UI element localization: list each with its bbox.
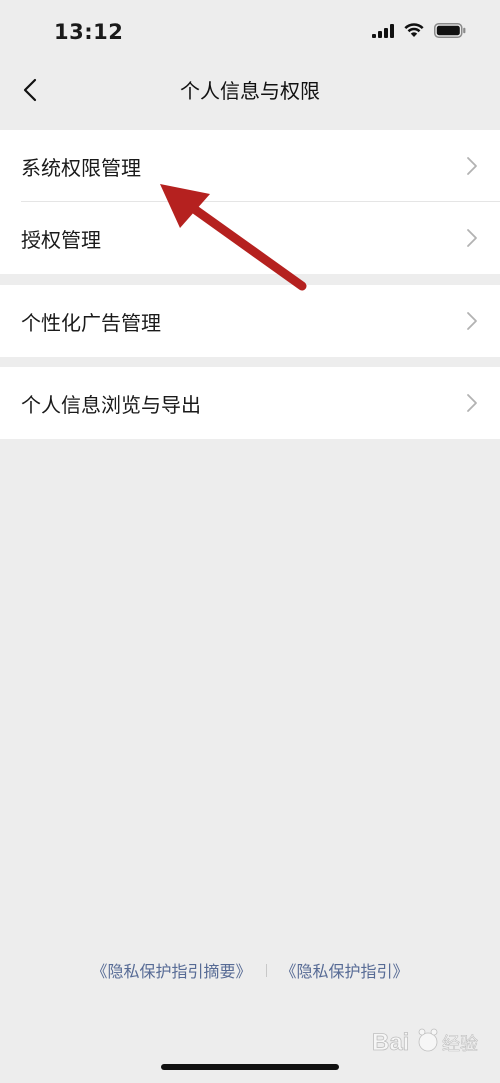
list-item-label: 个性化广告管理	[21, 310, 161, 335]
personal-info-browse-export-item[interactable]: 个人信息浏览与导出	[0, 367, 500, 439]
page-title: 个人信息与权限	[180, 79, 320, 103]
list-item-label: 系统权限管理	[21, 155, 141, 180]
chevron-right-icon	[467, 394, 477, 412]
wifi-icon	[404, 23, 424, 37]
chevron-right-icon	[467, 312, 477, 330]
privacy-guide-link[interactable]: 《隐私保护指引》	[281, 958, 409, 982]
nav-bar: 个人信息与权限	[0, 64, 500, 116]
list-item-label: 授权管理	[21, 227, 101, 252]
home-indicator[interactable]	[161, 1064, 339, 1070]
chevron-right-icon	[467, 157, 477, 175]
svg-text:Bai: Bai	[372, 1029, 409, 1056]
footer-separator	[265, 963, 267, 977]
svg-text:经验: 经验	[442, 1034, 478, 1055]
settings-group-export: 个人信息浏览与导出	[0, 367, 500, 439]
status-bar: 13:12	[0, 0, 500, 64]
status-time: 13:12	[54, 20, 124, 44]
chevron-right-icon	[467, 229, 477, 247]
battery-icon	[434, 23, 466, 38]
personalized-ads-management-item[interactable]: 个性化广告管理	[0, 285, 500, 357]
cellular-signal-icon	[372, 23, 394, 38]
authorization-management-item[interactable]: 授权管理	[0, 202, 500, 274]
status-icons	[372, 23, 466, 38]
settings-group-permissions: 系统权限管理 授权管理	[0, 130, 500, 274]
list-item-label: 个人信息浏览与导出	[21, 392, 201, 417]
settings-group-ads: 个性化广告管理	[0, 285, 500, 357]
privacy-footer: 《隐私保护指引摘要》 《隐私保护指引》	[0, 958, 500, 982]
privacy-summary-link[interactable]: 《隐私保护指引摘要》	[91, 958, 251, 982]
watermark-logo: Bai 经验	[372, 1028, 478, 1056]
system-permission-management-item[interactable]: 系统权限管理	[0, 130, 500, 202]
